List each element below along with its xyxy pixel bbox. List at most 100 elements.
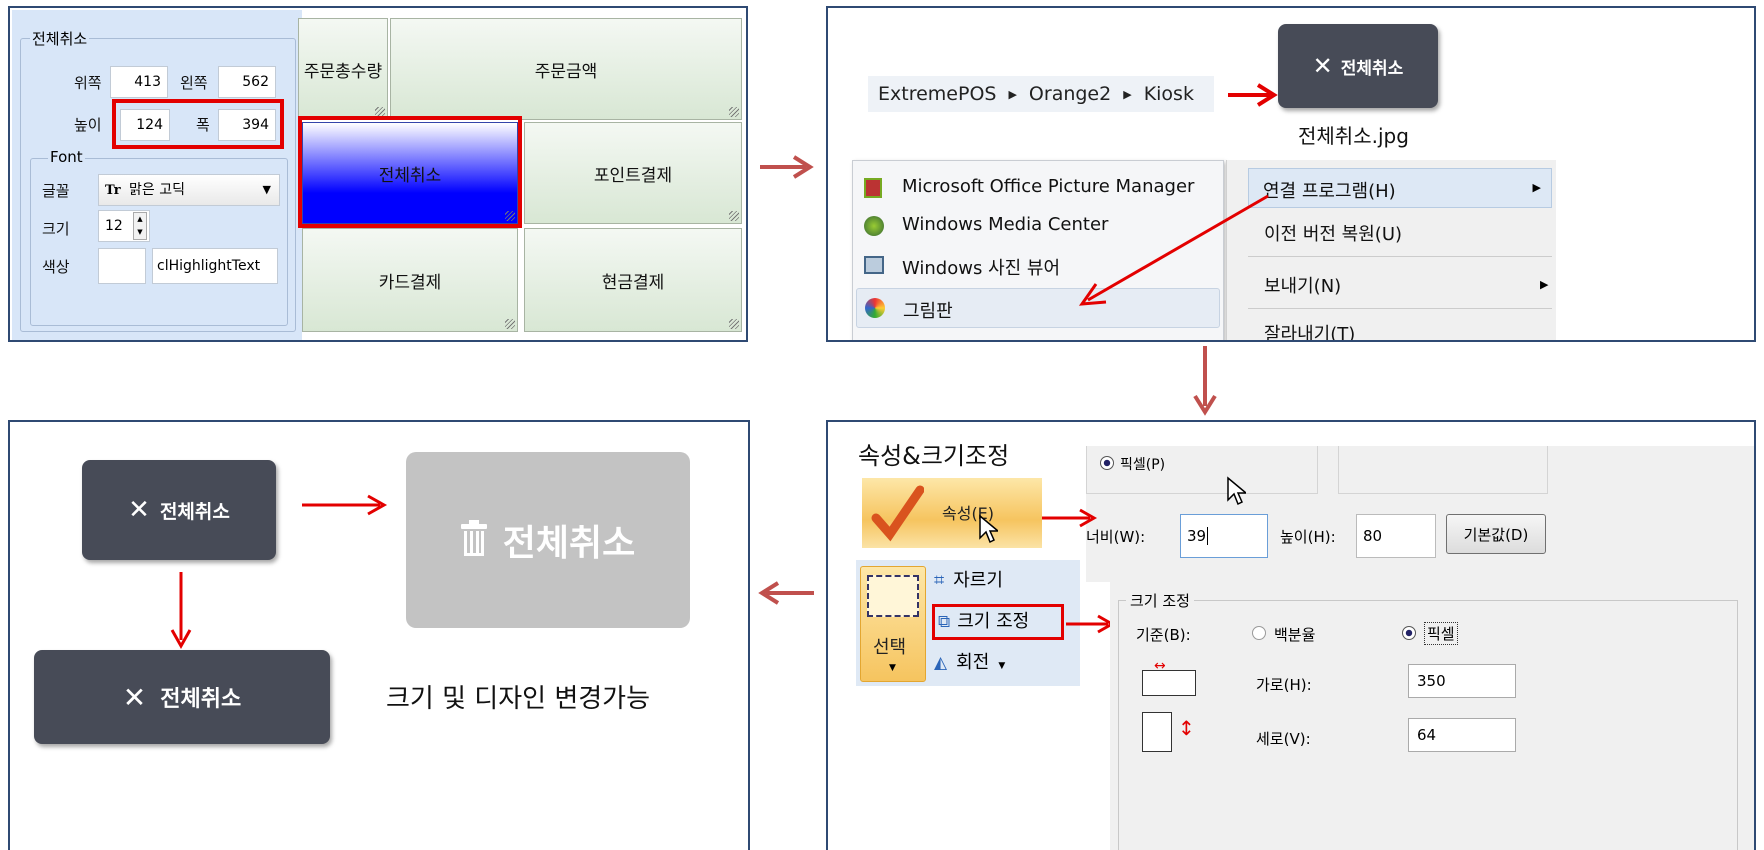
chevron-right-icon: ▶: [1008, 87, 1017, 101]
resize-grip-icon: [729, 319, 739, 329]
property-editor: 전체취소 위쪽 413 왼쪽 562 높이 124 폭 394 Font 글꼴 …: [12, 10, 302, 340]
properties-button[interactable]: 속성(E): [862, 478, 1042, 548]
breadcrumb-item-kiosk[interactable]: Kiosk: [1144, 83, 1194, 105]
flow-arrow-left: [758, 581, 814, 605]
result-button-wide: ✕ 전체취소: [34, 650, 330, 744]
mouse-cursor-icon: [979, 514, 998, 544]
group-title: 전체취소: [30, 28, 90, 49]
pixel-radio[interactable]: [1100, 456, 1114, 470]
size-spin[interactable]: 12 ▲ ▼: [98, 210, 150, 242]
app-paint: 그림판: [903, 301, 953, 322]
app-photo-viewer: Windows 사진 뷰어: [902, 258, 1061, 279]
percent-radio-label: 백분율: [1274, 626, 1316, 644]
submenu-arrow-icon: ▶: [1532, 181, 1541, 194]
vertical-input[interactable]: 64: [1408, 718, 1516, 752]
close-icon: ✕: [122, 680, 147, 714]
panel-pos-editor: 전체취소 위쪽 413 왼쪽 562 높이 124 폭 394 Font 글꼴 …: [8, 6, 748, 342]
dropdown-arrow-icon: ▼: [889, 663, 896, 673]
crop-button[interactable]: ⌗ 자르기: [934, 566, 1074, 598]
top-label: 위쪽: [74, 74, 102, 92]
close-icon: ✕: [128, 495, 150, 525]
preview-filename: 전체취소.jpg: [1298, 124, 1409, 148]
vertical-value: 64: [1417, 726, 1437, 744]
result-button-gray: 전체취소: [406, 452, 690, 628]
pixel-radio2-label: 픽셀: [1424, 622, 1458, 645]
order-qty-button[interactable]: 주문총수량: [298, 18, 388, 120]
horizontal-resize-icon: ↔: [1138, 658, 1198, 696]
cash-pay-label: 현금결제: [601, 272, 665, 293]
resize-group-title: 크기 조정: [1126, 590, 1194, 611]
color-value[interactable]: clHighlightText: [152, 248, 278, 284]
left-input[interactable]: 562: [218, 66, 276, 98]
context-open-with[interactable]: 연결 프로그램(H) ▶: [1248, 168, 1552, 208]
chevron-down-icon: ▼: [262, 183, 271, 196]
card-pay-button[interactable]: 카드결제: [302, 228, 518, 332]
flow-arrow-right: [760, 155, 814, 179]
panel-file-open: ExtremePOS ▶ Orange2 ▶ Kiosk ✕ 전체취소 전체취소…: [826, 6, 1756, 342]
context-cut[interactable]: 잘라내기(T): [1264, 320, 1355, 340]
width-value: 39: [1187, 527, 1207, 545]
font-type-icon: Tr: [105, 183, 121, 198]
point-pay-label: 포인트결제: [593, 165, 673, 186]
size-value: 12: [105, 218, 123, 234]
section-heading: 속성&크기조정: [858, 442, 1010, 470]
mouse-cursor-icon: [1227, 476, 1246, 506]
picture-manager-icon: [864, 178, 882, 198]
resize-grip-icon: [729, 107, 739, 117]
select-button[interactable]: 선택 ▼: [860, 566, 926, 682]
result-small-label: 전체취소: [159, 500, 230, 523]
horizontal-input[interactable]: 350: [1408, 664, 1516, 698]
preview-button-label: 전체취소: [1340, 58, 1404, 79]
cash-pay-button[interactable]: 현금결제: [524, 228, 742, 332]
resize-grip-icon: [729, 211, 739, 221]
select-rect-icon: [867, 575, 919, 617]
pixel-radio-selected[interactable]: [1402, 626, 1416, 640]
crop-label: 자르기: [953, 570, 1003, 591]
result-wide-label: 전체취소: [160, 687, 242, 712]
context-open-with-label: 연결 프로그램(H): [1263, 181, 1396, 202]
resize-button[interactable]: ⧉ 크기 조정: [932, 604, 1064, 640]
width-input[interactable]: 39: [1180, 514, 1268, 558]
rotate-label: 회전: [956, 652, 990, 673]
chevron-right-icon: ▶: [1123, 87, 1132, 101]
order-amount-label: 주문금액: [534, 61, 598, 82]
horizontal-label: 가로(H):: [1256, 676, 1312, 694]
arrow-to-gray-button: [302, 494, 388, 516]
result-gray-label: 전체취소: [502, 523, 636, 564]
font-label: 글꼴: [42, 182, 70, 200]
spin-arrows-icon: ▲ ▼: [133, 212, 147, 240]
height-input[interactable]: 80: [1356, 514, 1436, 558]
panel-paint-resize: 속성&크기조정 픽셀(P) 속성(E) 너비(W): 39 높이(H): 80 …: [826, 420, 1756, 850]
paint-palette-icon: [865, 298, 885, 318]
height-label: 높이: [74, 116, 102, 134]
order-qty-label: 주문총수량: [303, 61, 383, 82]
rotate-button[interactable]: ◭ 회전 ▼: [934, 648, 1074, 680]
vertical-label: 세로(V):: [1256, 730, 1311, 748]
default-button[interactable]: 기본값(D): [1446, 514, 1546, 554]
photo-viewer-icon: [864, 256, 884, 274]
percent-radio[interactable]: [1252, 626, 1266, 640]
breadcrumb-item-extremepos[interactable]: ExtremePOS: [878, 83, 996, 105]
breadcrumb-item-orange2[interactable]: Orange2: [1029, 83, 1111, 105]
pixel-radio-label: 픽셀(P): [1120, 457, 1166, 473]
order-amount-button[interactable]: 주문금액: [390, 18, 742, 120]
resize-grip-icon: [505, 319, 515, 329]
checkmark-icon: [871, 485, 924, 542]
horizontal-value: 350: [1417, 672, 1446, 690]
top-input[interactable]: 413: [110, 66, 168, 98]
text-caret: [1207, 527, 1209, 545]
color-swatch[interactable]: [98, 248, 146, 284]
basis-label: 기준(B):: [1136, 626, 1191, 644]
context-restore[interactable]: 이전 버전 복원(U): [1264, 220, 1402, 246]
card-pay-label: 카드결제: [378, 272, 442, 293]
size-highlight: [112, 99, 284, 149]
flow-arrow-down: [1193, 346, 1217, 416]
width-label: 너비(W):: [1086, 528, 1146, 546]
preview-cancel-button: ✕ 전체취소: [1278, 24, 1438, 108]
font-select[interactable]: Tr 맑은 고딕 ▼: [98, 174, 280, 206]
caption: 크기 및 디자인 변경가능: [386, 684, 650, 714]
left-label: 왼쪽: [180, 74, 208, 92]
crop-icon: ⌗: [934, 570, 945, 591]
select-label: 선택: [873, 637, 907, 658]
point-pay-button[interactable]: 포인트결제: [524, 122, 742, 224]
